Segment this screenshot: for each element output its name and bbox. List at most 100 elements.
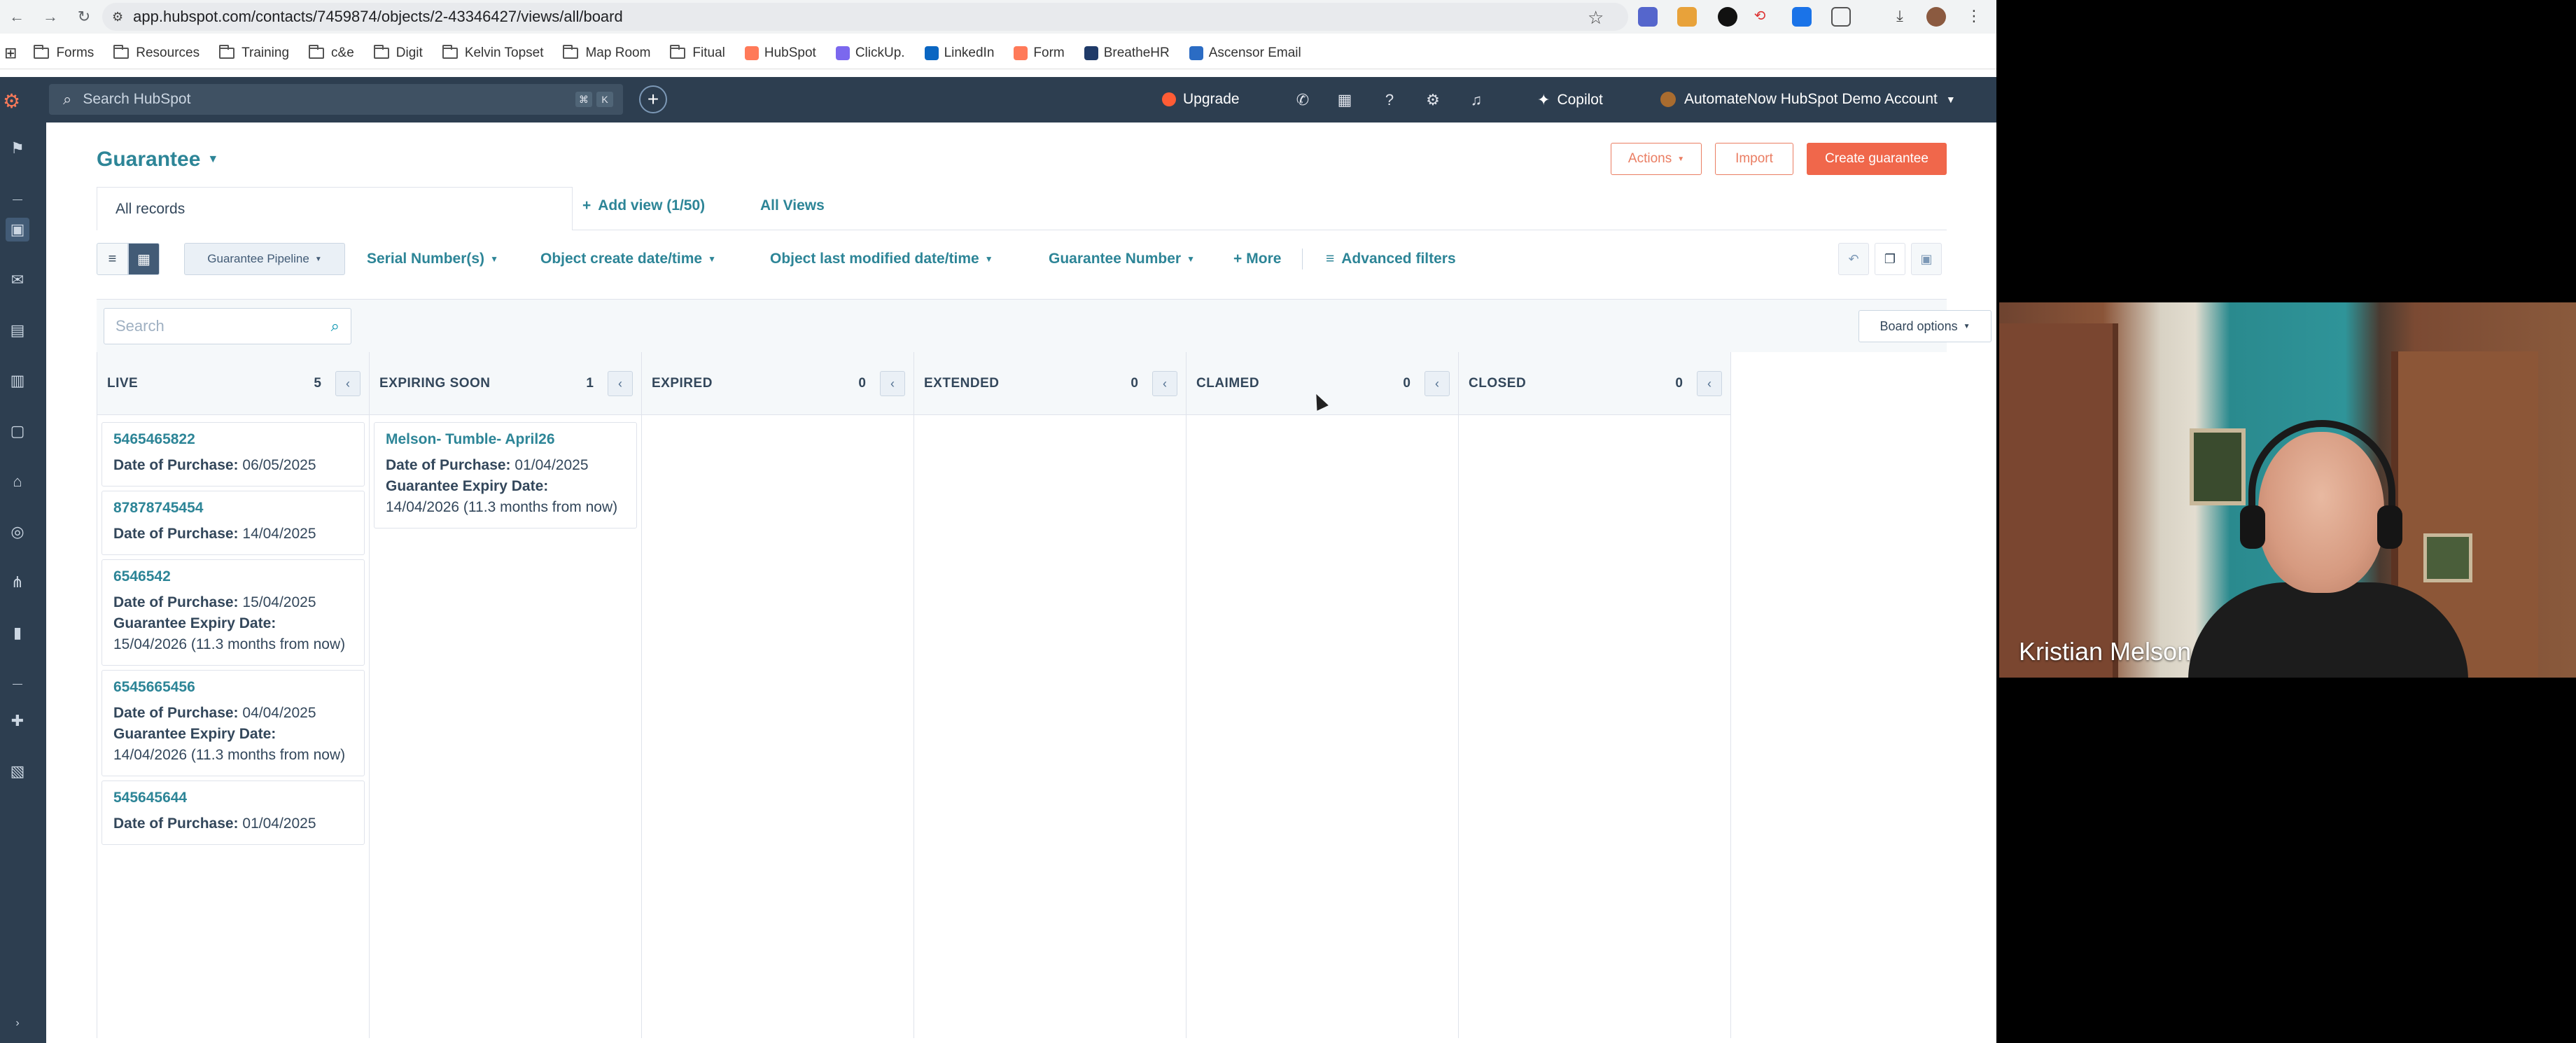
collapse-column-icon[interactable]: ‹ — [1697, 371, 1722, 396]
marketing-icon[interactable]: ✉ — [6, 268, 29, 292]
bookmark-training[interactable]: Training — [219, 44, 289, 61]
extension-icon[interactable] — [1677, 7, 1697, 27]
bookmark-breathehr[interactable]: BreatheHR — [1084, 46, 1170, 61]
bookmark-forms[interactable]: Forms — [34, 44, 94, 61]
hubspot-logo-icon[interactable]: ⚙ — [3, 90, 24, 112]
card-title-link[interactable]: 545645644 — [113, 790, 353, 806]
bookmark-resources[interactable]: Resources — [113, 44, 200, 61]
bookmark-ce[interactable]: c&e — [309, 44, 354, 61]
upgrade-button[interactable]: Upgrade — [1162, 91, 1240, 108]
bookmark-label: HubSpot — [764, 45, 816, 60]
extension-icon[interactable] — [1718, 7, 1737, 27]
board-search-input[interactable]: ⌕ — [104, 308, 351, 344]
object-title-dropdown[interactable]: Guarantee ▼ — [97, 148, 218, 172]
board-options-button[interactable]: Board options ▼ — [1858, 310, 1991, 342]
all-views-link[interactable]: All Views — [760, 197, 825, 214]
global-search-input[interactable]: ⌕ Search HubSpot ⌘ K — [49, 84, 623, 115]
reporting-icon[interactable]: ▮ — [6, 621, 29, 645]
bookmark-map-room[interactable]: Map Room — [563, 44, 650, 61]
bookmark-linkedin[interactable]: LinkedIn — [924, 46, 994, 61]
bookmark-label: Digit — [396, 45, 423, 60]
search-icon[interactable]: ⌕ — [331, 317, 340, 335]
filter-guarantee-number[interactable]: Guarantee Number ▼ — [1049, 251, 1195, 267]
bookmark-kelvin-topset[interactable]: Kelvin Topset — [442, 44, 543, 61]
bookmark-clickup[interactable]: ClickUp. — [835, 46, 905, 61]
collapse-column-icon[interactable]: ‹ — [880, 371, 905, 396]
back-icon[interactable]: ← — [0, 0, 34, 34]
list-view-icon[interactable]: ≡ — [97, 243, 128, 275]
download-icon[interactable]: ⤓ — [1890, 7, 1910, 27]
pipeline-select[interactable]: Guarantee Pipeline ▼ — [184, 243, 345, 275]
filter-serial-numbers[interactable]: Serial Number(s) ▼ — [367, 251, 498, 267]
actions-button[interactable]: Actions ▼ — [1611, 143, 1702, 175]
bookmarks-icon[interactable]: ⚑ — [6, 136, 29, 160]
extensions-puzzle-icon[interactable] — [1831, 7, 1851, 27]
contacts-icon[interactable]: ▣ — [6, 218, 29, 241]
profile-avatar[interactable] — [1926, 7, 1946, 27]
more-filters-button[interactable]: + More — [1233, 251, 1281, 267]
undo-icon[interactable]: ↶ — [1838, 243, 1869, 275]
tab-label: All records — [115, 200, 186, 217]
expand-sidebar-icon[interactable]: › — [6, 1011, 29, 1035]
column-header: EXTENDED 0 ‹ — [914, 352, 1186, 415]
marketplace-icon[interactable]: ▦ — [1334, 90, 1355, 111]
save-view-icon[interactable]: ▣ — [1911, 243, 1942, 275]
record-card[interactable]: 6546542 Date of Purchase: 15/04/2025 Gua… — [102, 559, 365, 666]
tab-all-records[interactable]: All records — [97, 187, 573, 230]
browser-menu-icon[interactable]: ⋮ — [1964, 7, 1984, 27]
site-info-icon[interactable]: ⚙ — [112, 10, 123, 24]
service-icon[interactable]: ⌂ — [6, 470, 29, 493]
advanced-filters-button[interactable]: ≡ Advanced filters — [1326, 251, 1456, 267]
board-search-field[interactable] — [115, 317, 312, 335]
notifications-bell-icon[interactable]: ♫ — [1466, 90, 1487, 111]
breeze-icon[interactable]: ✚ — [6, 709, 29, 733]
collapse-column-icon[interactable]: ‹ — [1152, 371, 1177, 396]
sales-icon[interactable]: ▥ — [6, 369, 29, 393]
record-card[interactable]: 545645644 Date of Purchase: 01/04/2025 — [102, 780, 365, 845]
collapse-column-icon[interactable]: ‹ — [335, 371, 360, 396]
record-card[interactable]: Melson- Tumble- April26 Date of Purchase… — [374, 422, 637, 528]
content-icon[interactable]: ▤ — [6, 318, 29, 342]
board-view-icon[interactable]: ▦ — [128, 243, 160, 275]
bookmark-fitual[interactable]: Fitual — [670, 44, 725, 61]
record-card[interactable]: 5465465822 Date of Purchase: 06/05/2025 — [102, 422, 365, 486]
card-title-link[interactable]: 5465465822 — [113, 431, 353, 448]
apps-grid-icon[interactable]: ⊞ — [4, 44, 17, 62]
help-icon[interactable]: ? — [1379, 90, 1400, 111]
import-button[interactable]: Import — [1715, 143, 1793, 175]
account-name: AutomateNow HubSpot Demo Account — [1684, 91, 1938, 107]
create-new-button[interactable]: + — [639, 85, 667, 113]
collapse-column-icon[interactable]: ‹ — [1424, 371, 1450, 396]
bookmark-star-icon[interactable]: ☆ — [1588, 7, 1604, 29]
copilot-button[interactable]: ✦ Copilot — [1537, 91, 1603, 109]
card-title-link[interactable]: 6546542 — [113, 568, 353, 585]
account-menu[interactable]: AutomateNow HubSpot Demo Account ▼ — [1660, 91, 1956, 108]
app-marketplace-icon[interactable]: ▧ — [6, 760, 29, 783]
forward-icon[interactable]: → — [34, 0, 67, 34]
filter-object-create-date[interactable]: Object create date/time ▼ — [540, 251, 716, 267]
reload-icon[interactable]: ↻ — [67, 0, 101, 34]
card-title-link[interactable]: 6545665456 — [113, 679, 353, 696]
bookmark-digit[interactable]: Digit — [373, 44, 423, 61]
automation-icon[interactable]: ⋔ — [6, 570, 29, 594]
extension-icon[interactable]: ⟲ — [1750, 7, 1770, 27]
bookmark-form[interactable]: Form — [1014, 46, 1065, 61]
commerce-icon[interactable]: ▢ — [6, 419, 29, 443]
add-view-button[interactable]: + Add view (1/50) — [582, 197, 705, 214]
record-card[interactable]: 87878745454 Date of Purchase: 14/04/2025 — [102, 491, 365, 555]
create-guarantee-button[interactable]: Create guarantee — [1807, 143, 1947, 175]
bookmark-hubspot[interactable]: HubSpot — [744, 45, 816, 61]
duplicate-view-icon[interactable]: ❐ — [1875, 243, 1905, 275]
extension-icon[interactable] — [1638, 7, 1658, 27]
filter-object-last-modified[interactable]: Object last modified date/time ▼ — [770, 251, 993, 267]
settings-gear-icon[interactable]: ⚙ — [1422, 90, 1443, 111]
collapse-column-icon[interactable]: ‹ — [608, 371, 633, 396]
data-management-icon[interactable]: ◎ — [6, 520, 29, 544]
card-title-link[interactable]: Melson- Tumble- April26 — [386, 431, 625, 448]
bookmark-ascensor-email[interactable]: Ascensor Email — [1189, 46, 1301, 61]
address-bar[interactable]: ⚙ app.hubspot.com/contacts/7459874/objec… — [102, 3, 1628, 31]
record-card[interactable]: 6545665456 Date of Purchase: 04/04/2025 … — [102, 670, 365, 776]
extension-icon[interactable] — [1792, 7, 1812, 27]
calling-icon[interactable]: ✆ — [1292, 90, 1313, 111]
card-title-link[interactable]: 87878745454 — [113, 500, 353, 517]
